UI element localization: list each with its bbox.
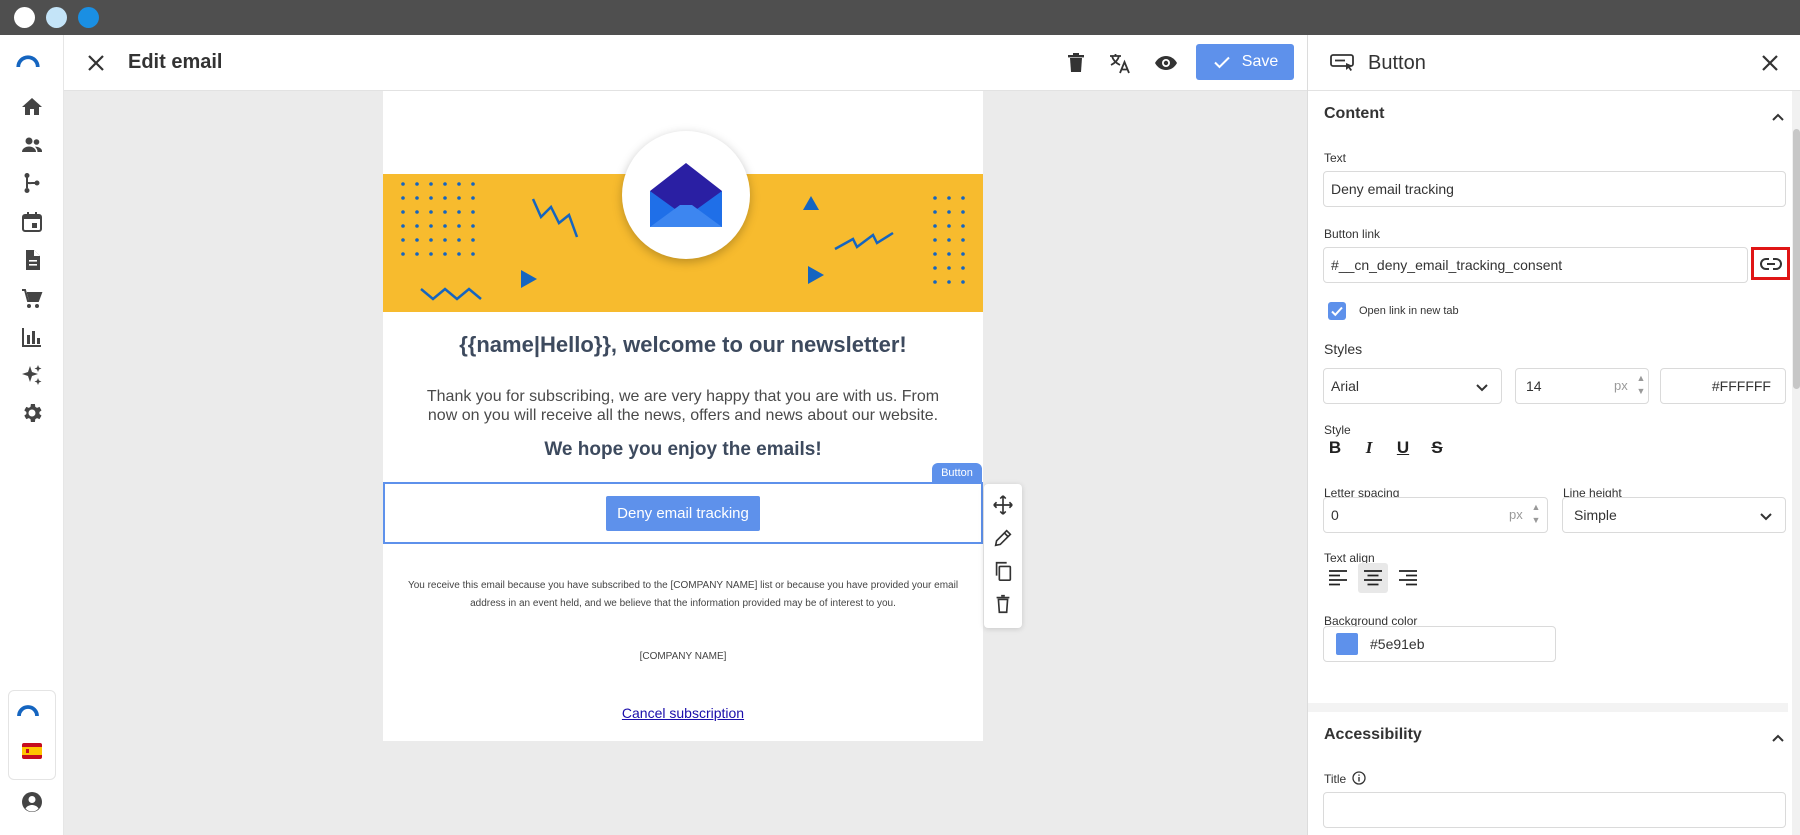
italic-icon[interactable]: I [1358, 437, 1380, 459]
duplicate-block-icon[interactable] [992, 560, 1014, 582]
check-icon [1214, 56, 1230, 69]
envelope-icon [650, 163, 722, 227]
company-name: [COMPANY NAME] [639, 651, 727, 662]
contacts-icon[interactable] [20, 133, 44, 157]
button-link-input[interactable]: #__cn_deny_email_tracking_consent [1323, 247, 1748, 283]
title-label: Title [1324, 772, 1347, 786]
insert-link-icon[interactable] [1751, 247, 1790, 280]
edit-block-pencil-icon[interactable] [992, 527, 1014, 549]
background-color-input[interactable]: #5e91eb [1323, 626, 1556, 662]
email-cta-button[interactable]: Deny email tracking [606, 496, 760, 531]
editor-topbar: Edit email Save [64, 35, 1307, 91]
text-color-input[interactable]: #FFFFFF [1660, 368, 1786, 404]
properties-panel: Button Content Text Deny email tracking … [1307, 35, 1800, 835]
open-new-tab-checkbox[interactable] [1328, 302, 1346, 320]
panel-body: Content Text Deny email tracking Button … [1308, 91, 1792, 835]
chevron-up-icon[interactable] [1768, 107, 1788, 127]
email-paragraph: Thank you for subscribing, we are very h… [426, 388, 940, 424]
font-size-unit: px [1614, 378, 1628, 393]
button-block-icon [1330, 52, 1356, 74]
panel-header: Button [1308, 35, 1800, 91]
cancel-subscription-link[interactable]: Cancel subscription [383, 705, 983, 721]
close-editor-icon[interactable] [84, 51, 108, 75]
align-center-icon[interactable] [1358, 563, 1388, 593]
panel-scrollbar-thumb[interactable] [1793, 129, 1800, 389]
bold-icon[interactable]: B [1324, 437, 1346, 459]
window-dot-lightblue[interactable] [46, 7, 67, 28]
underline-icon[interactable]: U [1392, 437, 1414, 459]
ai-sparkle-icon[interactable] [20, 363, 44, 387]
window-titlebar [0, 0, 1800, 35]
info-icon[interactable] [1352, 771, 1366, 785]
panel-scrollbar[interactable] [1792, 91, 1800, 835]
envelope-logo [622, 131, 750, 259]
panel-title: Button [1368, 52, 1426, 74]
button-link-label: Button link [1324, 227, 1381, 241]
block-toolbox [984, 484, 1022, 628]
accessibility-section-title[interactable]: Accessibility [1324, 726, 1422, 744]
selected-block-tag: Button [932, 463, 982, 483]
settings-gear-icon[interactable] [20, 401, 44, 425]
spain-flag-icon[interactable] [20, 739, 44, 763]
content-section: Content Text Deny email tracking Button … [1308, 91, 1792, 703]
close-panel-icon[interactable] [1758, 51, 1782, 75]
chevron-up-icon[interactable] [1768, 728, 1788, 748]
email-canvas[interactable]: {{name|Hello}}, welcome to our newslette… [383, 91, 983, 741]
align-left-icon[interactable] [1323, 563, 1353, 593]
letter-spacing-unit: px [1509, 507, 1523, 522]
user-account-icon[interactable] [20, 790, 44, 814]
letter-spacing-value: 0 [1331, 507, 1339, 523]
chevron-down-icon [1476, 384, 1488, 392]
shopping-cart-icon[interactable] [20, 287, 44, 311]
content-section-title[interactable]: Content [1324, 105, 1384, 123]
font-size-value: 14 [1526, 378, 1542, 394]
text-input[interactable]: Deny email tracking [1323, 171, 1786, 207]
align-right-icon[interactable] [1393, 563, 1423, 593]
save-button-label: Save [1241, 53, 1279, 70]
letter-spacing-input[interactable]: 0 px ▲ ▼ [1323, 497, 1548, 533]
email-footer-text: You receive this email because you have … [407, 580, 959, 609]
translate-icon[interactable] [1108, 51, 1132, 75]
email-heading: {{name|Hello}}, welcome to our newslette… [459, 332, 907, 357]
automation-flow-icon[interactable] [20, 171, 44, 195]
accessibility-section: Accessibility Title [1308, 712, 1792, 835]
chevron-down-icon [1760, 513, 1772, 521]
save-button[interactable]: Save [1196, 44, 1294, 80]
page-title: Edit email [128, 51, 223, 73]
background-color-value: #5e91eb [1370, 636, 1425, 652]
workspace-logo-icon[interactable] [16, 698, 48, 722]
background-color-swatch[interactable] [1336, 633, 1358, 655]
document-icon[interactable] [20, 248, 44, 272]
text-label: Text [1324, 151, 1347, 165]
email-subheading: We hope you enjoy the emails! [544, 439, 822, 460]
left-rail [0, 35, 64, 835]
font-size-input[interactable]: 14 px ▲ ▼ [1515, 368, 1649, 404]
styles-heading: Styles [1324, 341, 1363, 357]
line-height-value: Simple [1574, 507, 1617, 523]
open-new-tab-label: Open link in new tab [1359, 305, 1459, 317]
app-logo-icon[interactable] [16, 49, 48, 73]
strikethrough-icon[interactable]: S [1426, 437, 1448, 459]
window-dot-blue[interactable] [78, 7, 99, 28]
delete-block-icon[interactable] [992, 593, 1014, 615]
font-size-spinner[interactable]: ▲ ▼ [1634, 372, 1648, 398]
window-dot-white[interactable] [14, 7, 35, 28]
home-icon[interactable] [20, 95, 44, 119]
move-block-icon[interactable] [992, 494, 1014, 516]
calendar-icon[interactable] [20, 210, 44, 234]
preview-eye-icon[interactable] [1154, 51, 1178, 75]
title-input[interactable] [1323, 792, 1786, 828]
analytics-chart-icon[interactable] [20, 325, 44, 349]
delete-email-icon[interactable] [1064, 51, 1088, 75]
letter-spacing-spinner[interactable]: ▲ ▼ [1529, 501, 1543, 527]
line-height-select[interactable]: Simple [1562, 497, 1786, 533]
style-label: Style [1324, 423, 1351, 437]
font-family-select[interactable]: Arial [1323, 368, 1502, 404]
font-family-value: Arial [1331, 378, 1360, 394]
